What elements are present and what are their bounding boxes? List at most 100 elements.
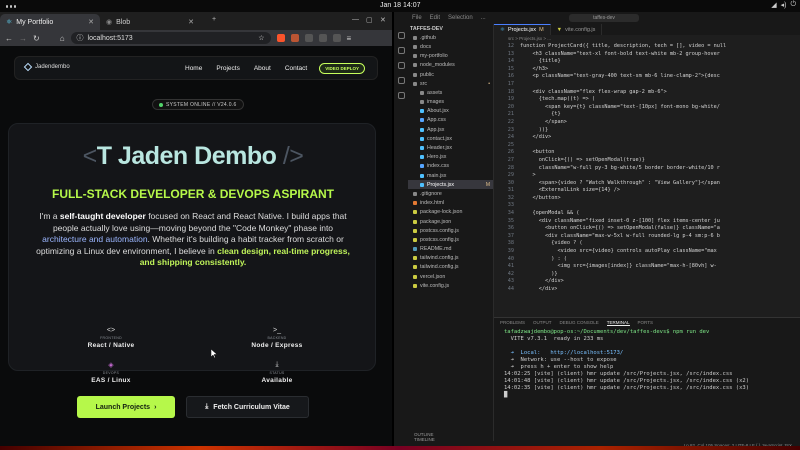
code-line[interactable]: 27 onClick={() => setOpenModal(true)} (494, 157, 800, 165)
file-item[interactable]: images (408, 98, 493, 107)
explorer-icon[interactable] (397, 32, 405, 39)
file-item[interactable]: Projects.jsx M (408, 180, 493, 190)
code-line[interactable]: 43 </div> (494, 278, 800, 286)
tab-projects-jsx[interactable]: ⚛ Projects.jsx M (494, 24, 551, 35)
file-item[interactable]: tailwind.config.js (408, 254, 493, 263)
rewards-icon[interactable] (290, 34, 299, 42)
code-line[interactable]: 12 function ProjectCard({ title, descript… (494, 43, 800, 51)
code-line[interactable]: 36 <button onClick={() => setOpenModal(f… (494, 225, 800, 233)
system-tray[interactable]: ◢ ◂) ⏻ (771, 1, 796, 9)
close-window-icon[interactable]: ✕ (380, 16, 386, 24)
volume-icon[interactable]: ◂) (781, 1, 787, 9)
extension-icon[interactable] (318, 34, 327, 42)
code-line[interactable]: 40 ) : ( (494, 256, 800, 264)
file-item[interactable]: .gitignore (408, 189, 493, 198)
code-line[interactable]: 20 <span key={t} className="text-[10px] … (494, 104, 800, 112)
launch-projects-button[interactable]: Launch Projects › (77, 396, 175, 418)
close-tab-icon[interactable]: ✕ (88, 18, 94, 26)
code-line[interactable]: 26 <button (494, 149, 800, 157)
network-icon[interactable]: ◢ (771, 1, 776, 9)
tab-debug-console[interactable]: DEBUG CONSOLE (560, 320, 599, 325)
new-tab-icon[interactable]: + (212, 16, 216, 23)
explorer-root[interactable]: TAFFES-DEV (408, 24, 493, 33)
code-line[interactable]: 22 </span> (494, 119, 800, 127)
search-icon[interactable] (397, 47, 405, 54)
code-line[interactable]: 18 <div className="flex flex-wrap gap-2 … (494, 89, 800, 97)
file-item[interactable]: node_modules (408, 61, 493, 70)
brave-shield-icon[interactable] (276, 34, 285, 42)
browser-tab-portfolio[interactable]: ⚛ My Portfolio ✕ (0, 14, 100, 30)
extension-icon[interactable] (304, 34, 313, 42)
site-info-icon[interactable]: ⓘ (77, 33, 84, 43)
code-line[interactable]: 44 </div> (494, 286, 800, 294)
menu-selection[interactable]: Selection (448, 15, 473, 21)
code-line[interactable]: 39 <video src={video} controls autoPlay … (494, 248, 800, 256)
code-line[interactable]: 28 className="w-full py-3 bg-white/5 bor… (494, 165, 800, 173)
code-line[interactable]: 37 <div className="max-w-5xl w-full roun… (494, 233, 800, 241)
terminal-output[interactable]: tafadzwajdembo@pop-os:~/Documents/dev/ta… (494, 327, 800, 401)
extensions-icon[interactable] (397, 92, 405, 99)
file-item[interactable]: Hero.jsx (408, 153, 493, 162)
extension-icon[interactable] (332, 34, 341, 42)
file-item[interactable]: index.html (408, 199, 493, 208)
home-icon[interactable]: ⌂ (60, 34, 65, 43)
file-item[interactable]: tailwind.config.js (408, 263, 493, 272)
code-line[interactable]: 31 <ExternalLink size={14} /> (494, 187, 800, 195)
file-item[interactable]: package.json (408, 217, 493, 226)
activities-icon[interactable] (6, 2, 16, 10)
file-item[interactable]: my-portfolio (408, 52, 493, 61)
file-item[interactable]: contact.jsx (408, 134, 493, 143)
code-line[interactable]: 29 > (494, 172, 800, 180)
site-logo[interactable]: Jadendembo (23, 62, 70, 72)
back-icon[interactable]: ← (5, 34, 13, 43)
browser-tab-blob[interactable]: ◉ Blob ✕ (100, 14, 200, 30)
file-item[interactable]: .github (408, 33, 493, 42)
bookmark-icon[interactable]: ☆ (258, 34, 264, 42)
code-line[interactable]: 41 <img src={images[index]} className="m… (494, 263, 800, 271)
close-tab-icon[interactable]: ✕ (188, 18, 194, 26)
code-line[interactable]: 34 {openModal && ( (494, 210, 800, 218)
code-line[interactable]: 15 </h3> (494, 66, 800, 74)
file-item[interactable]: index.css (408, 162, 493, 171)
tab-output[interactable]: OUTPUT (533, 320, 552, 325)
code-line[interactable]: 25 (494, 142, 800, 150)
command-center[interactable]: taffes-dev (569, 14, 639, 22)
code-line[interactable]: 33 (494, 202, 800, 210)
minimize-icon[interactable]: — (352, 16, 359, 23)
tab-vite-config[interactable]: ▼ vite.config.js (551, 24, 603, 35)
code-line[interactable]: 24 </div> (494, 134, 800, 142)
tab-terminal[interactable]: TERMINAL (606, 320, 630, 326)
code-line[interactable]: 14 {title} (494, 58, 800, 66)
source-control-icon[interactable] (397, 62, 405, 69)
file-item[interactable]: assets (408, 88, 493, 97)
nav-contact[interactable]: Contact (285, 65, 307, 72)
maximize-icon[interactable]: ▢ (366, 16, 373, 24)
code-line[interactable]: 16 <p className="text-gray-400 text-sm m… (494, 73, 800, 81)
menu-more[interactable]: ... (481, 15, 486, 21)
tab-ports[interactable]: PORTS (638, 320, 653, 325)
file-item[interactable]: README.md (408, 245, 493, 254)
video-deploy-button[interactable]: VIDEO DEPLOY (319, 63, 365, 74)
clock[interactable]: Jan 18 14:07 (380, 2, 420, 9)
code-line[interactable]: 17 (494, 81, 800, 89)
forward-icon[interactable]: → (19, 34, 27, 43)
fetch-cv-button[interactable]: ⤓ Fetch Curriculum Vitae (186, 396, 309, 418)
reload-icon[interactable]: ↻ (33, 34, 40, 43)
address-bar[interactable]: ⓘ localhost:5173 ☆ (70, 32, 271, 44)
file-item[interactable]: docs (408, 42, 493, 51)
file-item[interactable]: postcss.config.js (408, 226, 493, 235)
file-item[interactable]: postcss.config.js (408, 235, 493, 244)
menu-file[interactable]: File (412, 15, 422, 21)
breadcrumb[interactable]: src > Projects.jsx > ... (494, 35, 800, 43)
file-item[interactable]: main.jsx (408, 171, 493, 180)
file-item[interactable]: vite.config.js (408, 281, 493, 290)
file-item[interactable]: Header.jsx (408, 143, 493, 152)
nav-projects[interactable]: Projects (216, 65, 239, 72)
file-item[interactable]: vercel.json (408, 272, 493, 281)
file-item[interactable]: src • (408, 79, 493, 88)
nav-about[interactable]: About (254, 65, 271, 72)
file-item[interactable]: App.css (408, 116, 493, 125)
file-item[interactable]: package-lock.json (408, 208, 493, 217)
file-item[interactable]: About.jsx (408, 107, 493, 116)
code-line[interactable]: 21 {t} (494, 111, 800, 119)
